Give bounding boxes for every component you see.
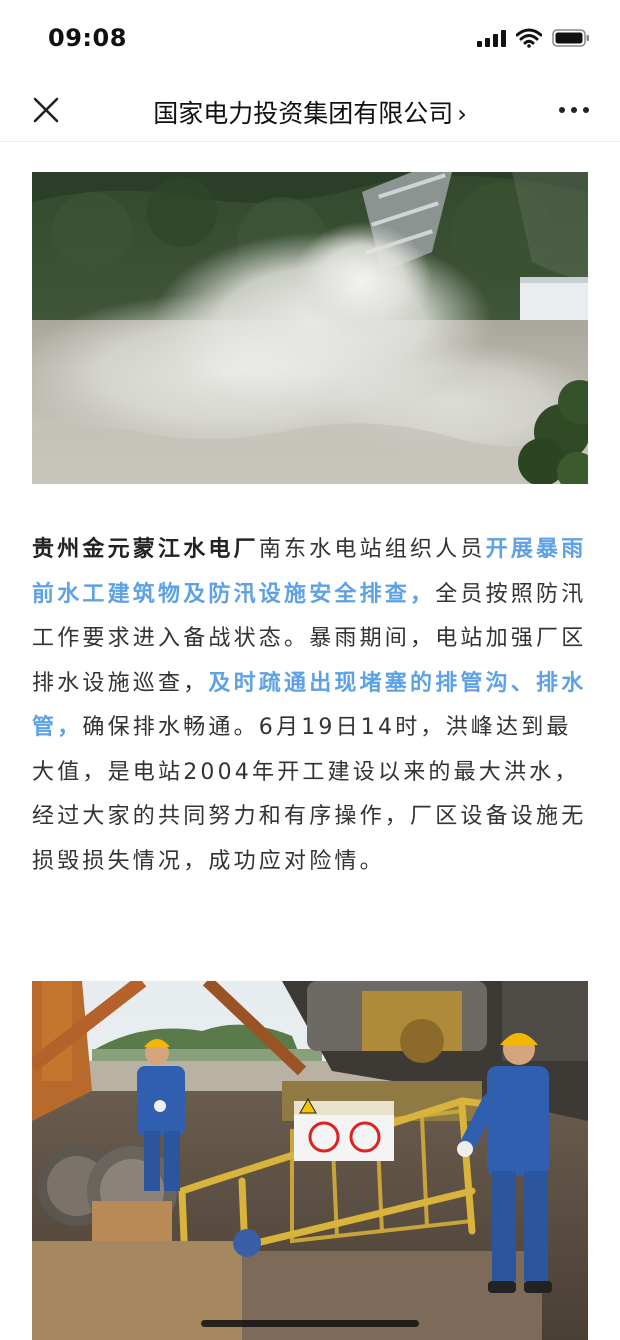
wifi-icon [516, 28, 542, 48]
battery-icon [552, 29, 589, 47]
article-text-segment-3: 确保排水畅通。6月19日14时，洪峰达到最大值，是电站2004年开工建设以来的最… [32, 715, 587, 874]
status-bar: 09:08 [0, 0, 620, 80]
status-icons [477, 28, 590, 48]
account-title-link[interactable]: 国家电力投资集团有限公司 › [100, 94, 520, 130]
article-text-segment-1: 南东水电站组织人员 [258, 537, 486, 562]
nav-bar: 国家电力投资集团有限公司 › [0, 80, 620, 142]
workers-photo[interactable] [32, 981, 588, 1340]
account-name: 国家电力投资集团有限公司 [153, 99, 454, 128]
more-icon[interactable] [554, 92, 594, 128]
status-time: 09:08 [48, 24, 127, 52]
article-strong-lead: 贵州金元蒙江水电厂 [32, 537, 259, 562]
dam-spillway-image [32, 172, 588, 484]
cellular-signal-icon [477, 29, 506, 47]
chevron-right-icon: › [457, 100, 467, 128]
close-icon[interactable] [28, 92, 64, 128]
workers-image [32, 981, 588, 1340]
dam-spillway-photo[interactable] [32, 172, 588, 484]
home-indicator [201, 1320, 419, 1327]
article-paragraph: 贵州金元蒙江水电厂南东水电站组织人员开展暴雨前水工建筑物及防汛设施安全排查，全员… [32, 528, 588, 884]
